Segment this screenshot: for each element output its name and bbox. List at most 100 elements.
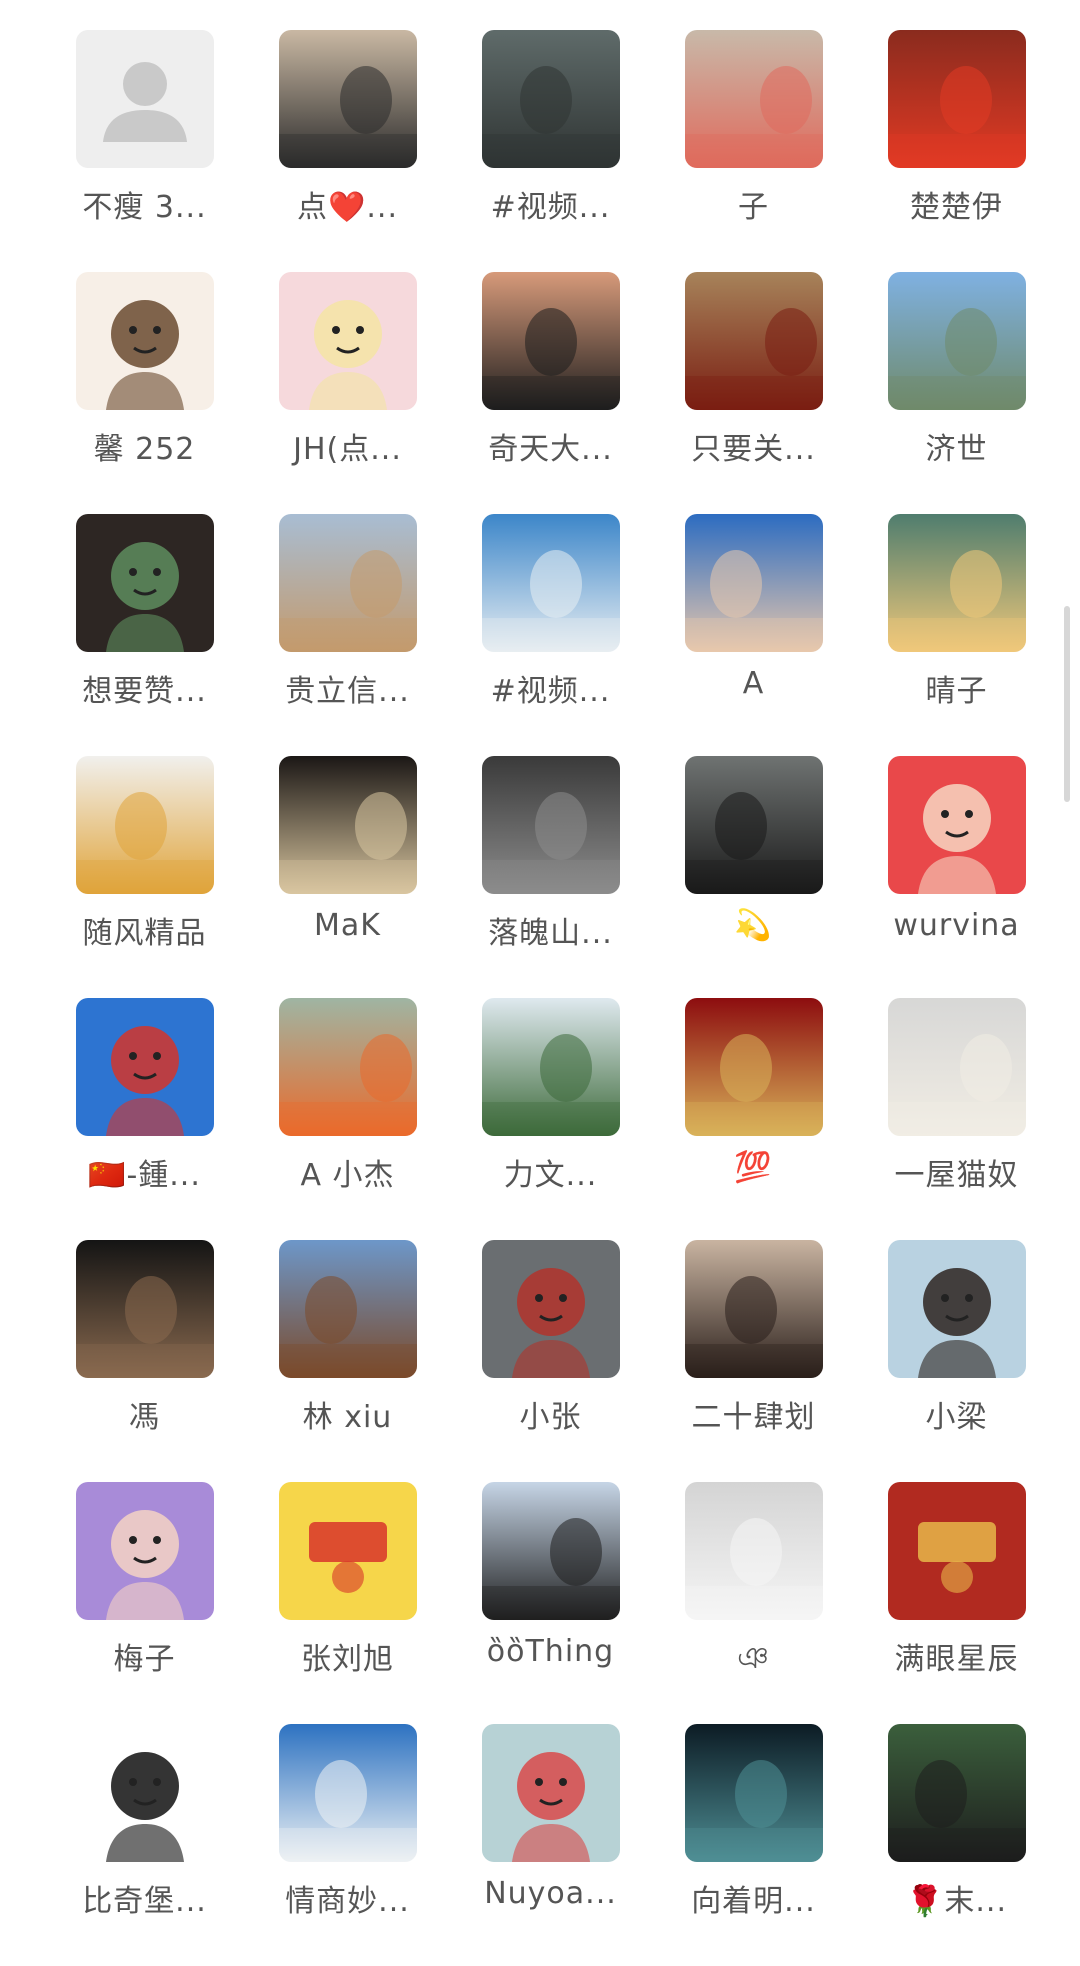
- member-avatar[interactable]: [278, 756, 417, 894]
- member-name: 💫: [734, 908, 773, 943]
- member-item[interactable]: 楚楚伊: [855, 30, 1058, 272]
- member-item[interactable]: 💯: [652, 998, 855, 1240]
- member-item[interactable]: 💫: [652, 756, 855, 998]
- scrollbar[interactable]: [1064, 606, 1070, 802]
- member-item[interactable]: wurvina: [855, 756, 1058, 998]
- member-avatar[interactable]: [481, 1482, 620, 1620]
- member-avatar[interactable]: [887, 272, 1026, 410]
- member-avatar[interactable]: [684, 30, 823, 168]
- member-item[interactable]: 🇨🇳-鍾...: [43, 998, 246, 1240]
- member-item[interactable]: 小张: [449, 1240, 652, 1482]
- member-avatar[interactable]: [75, 30, 214, 168]
- member-avatar[interactable]: [278, 272, 417, 410]
- member-item[interactable]: MaK: [246, 756, 449, 998]
- member-avatar[interactable]: [278, 1482, 417, 1620]
- member-name: JH(点...: [293, 432, 402, 467]
- member-name: 济世: [925, 432, 988, 467]
- member-avatar[interactable]: [481, 998, 620, 1136]
- member-avatar[interactable]: [75, 272, 214, 410]
- member-item[interactable]: 点❤️...: [246, 30, 449, 272]
- member-avatar[interactable]: [75, 756, 214, 894]
- member-avatar[interactable]: [684, 1724, 823, 1862]
- member-avatar[interactable]: [481, 514, 620, 652]
- member-avatar[interactable]: [481, 30, 620, 168]
- member-avatar[interactable]: [887, 756, 1026, 894]
- member-item[interactable]: 想要赞...: [43, 514, 246, 756]
- member-avatar[interactable]: [278, 514, 417, 652]
- member-name: 小梁: [925, 1400, 988, 1435]
- member-avatar[interactable]: [684, 272, 823, 410]
- member-item[interactable]: 随风精品: [43, 756, 246, 998]
- member-avatar[interactable]: [887, 998, 1026, 1136]
- member-avatar[interactable]: [887, 1724, 1026, 1862]
- member-avatar[interactable]: [684, 1482, 823, 1620]
- member-item[interactable]: 情商妙...: [246, 1724, 449, 1966]
- member-name: 小张: [519, 1400, 582, 1435]
- member-name: 想要赞...: [82, 674, 207, 709]
- member-item[interactable]: 济世: [855, 272, 1058, 514]
- member-item[interactable]: 小梁: [855, 1240, 1058, 1482]
- member-avatar[interactable]: [887, 514, 1026, 652]
- member-item[interactable]: 满眼星辰: [855, 1482, 1058, 1724]
- person-placeholder-icon: [75, 30, 214, 168]
- member-item[interactable]: ঞ: [652, 1482, 855, 1724]
- member-item[interactable]: 林 xiu: [246, 1240, 449, 1482]
- member-item[interactable]: 奇天大...: [449, 272, 652, 514]
- member-item[interactable]: 🌹末...: [855, 1724, 1058, 1966]
- member-item[interactable]: 比奇堡...: [43, 1724, 246, 1966]
- member-item[interactable]: 晴子: [855, 514, 1058, 756]
- member-avatar[interactable]: [684, 756, 823, 894]
- member-avatar[interactable]: [278, 1724, 417, 1862]
- member-avatar[interactable]: [887, 1240, 1026, 1378]
- member-name: 奇天大...: [488, 432, 613, 467]
- member-avatar[interactable]: [887, 1482, 1026, 1620]
- member-name: ȍȍThing: [486, 1634, 615, 1669]
- member-name: Nuyoa...: [484, 1876, 617, 1911]
- member-item[interactable]: #视频...: [449, 30, 652, 272]
- member-avatar[interactable]: [75, 998, 214, 1136]
- member-item[interactable]: 向着明...: [652, 1724, 855, 1966]
- member-item[interactable]: ȍȍThing: [449, 1482, 652, 1724]
- member-item[interactable]: 二十肆划: [652, 1240, 855, 1482]
- member-avatar[interactable]: [481, 1240, 620, 1378]
- member-avatar[interactable]: [278, 30, 417, 168]
- member-name: 落魄山...: [488, 916, 613, 951]
- member-avatar[interactable]: [75, 1724, 214, 1862]
- member-item[interactable]: 贵立信...: [246, 514, 449, 756]
- member-item[interactable]: 馨 252: [43, 272, 246, 514]
- member-avatar[interactable]: [278, 998, 417, 1136]
- member-item[interactable]: 馮: [43, 1240, 246, 1482]
- member-avatar[interactable]: [75, 1240, 214, 1378]
- member-item[interactable]: 子: [652, 30, 855, 272]
- member-avatar[interactable]: [481, 272, 620, 410]
- member-item[interactable]: #视频...: [449, 514, 652, 756]
- member-name: 梅子: [113, 1642, 176, 1677]
- member-item[interactable]: Nuyoa...: [449, 1724, 652, 1966]
- member-item[interactable]: 只要关...: [652, 272, 855, 514]
- member-item[interactable]: 不瘦 3...: [43, 30, 246, 272]
- member-avatar[interactable]: [481, 1724, 620, 1862]
- member-avatar[interactable]: [481, 756, 620, 894]
- member-name: #视频...: [490, 674, 611, 709]
- member-avatar[interactable]: [684, 514, 823, 652]
- member-avatar[interactable]: [684, 998, 823, 1136]
- member-name: 比奇堡...: [82, 1884, 207, 1919]
- member-item[interactable]: 张刘旭: [246, 1482, 449, 1724]
- member-item[interactable]: JH(点...: [246, 272, 449, 514]
- member-name: 楚楚伊: [910, 190, 1003, 225]
- member-name: 林 xiu: [302, 1400, 393, 1435]
- member-avatar[interactable]: [278, 1240, 417, 1378]
- member-name: #视频...: [490, 190, 611, 225]
- member-name: 力文...: [503, 1158, 598, 1193]
- member-item[interactable]: 梅子: [43, 1482, 246, 1724]
- member-avatar[interactable]: [75, 1482, 214, 1620]
- member-avatar[interactable]: [684, 1240, 823, 1378]
- member-avatar[interactable]: [75, 514, 214, 652]
- member-avatar[interactable]: [887, 30, 1026, 168]
- member-item[interactable]: A 小杰: [246, 998, 449, 1240]
- member-item[interactable]: A: [652, 514, 855, 756]
- member-name: 情商妙...: [285, 1884, 410, 1919]
- member-item[interactable]: 落魄山...: [449, 756, 652, 998]
- member-item[interactable]: 一屋猫奴: [855, 998, 1058, 1240]
- member-item[interactable]: 力文...: [449, 998, 652, 1240]
